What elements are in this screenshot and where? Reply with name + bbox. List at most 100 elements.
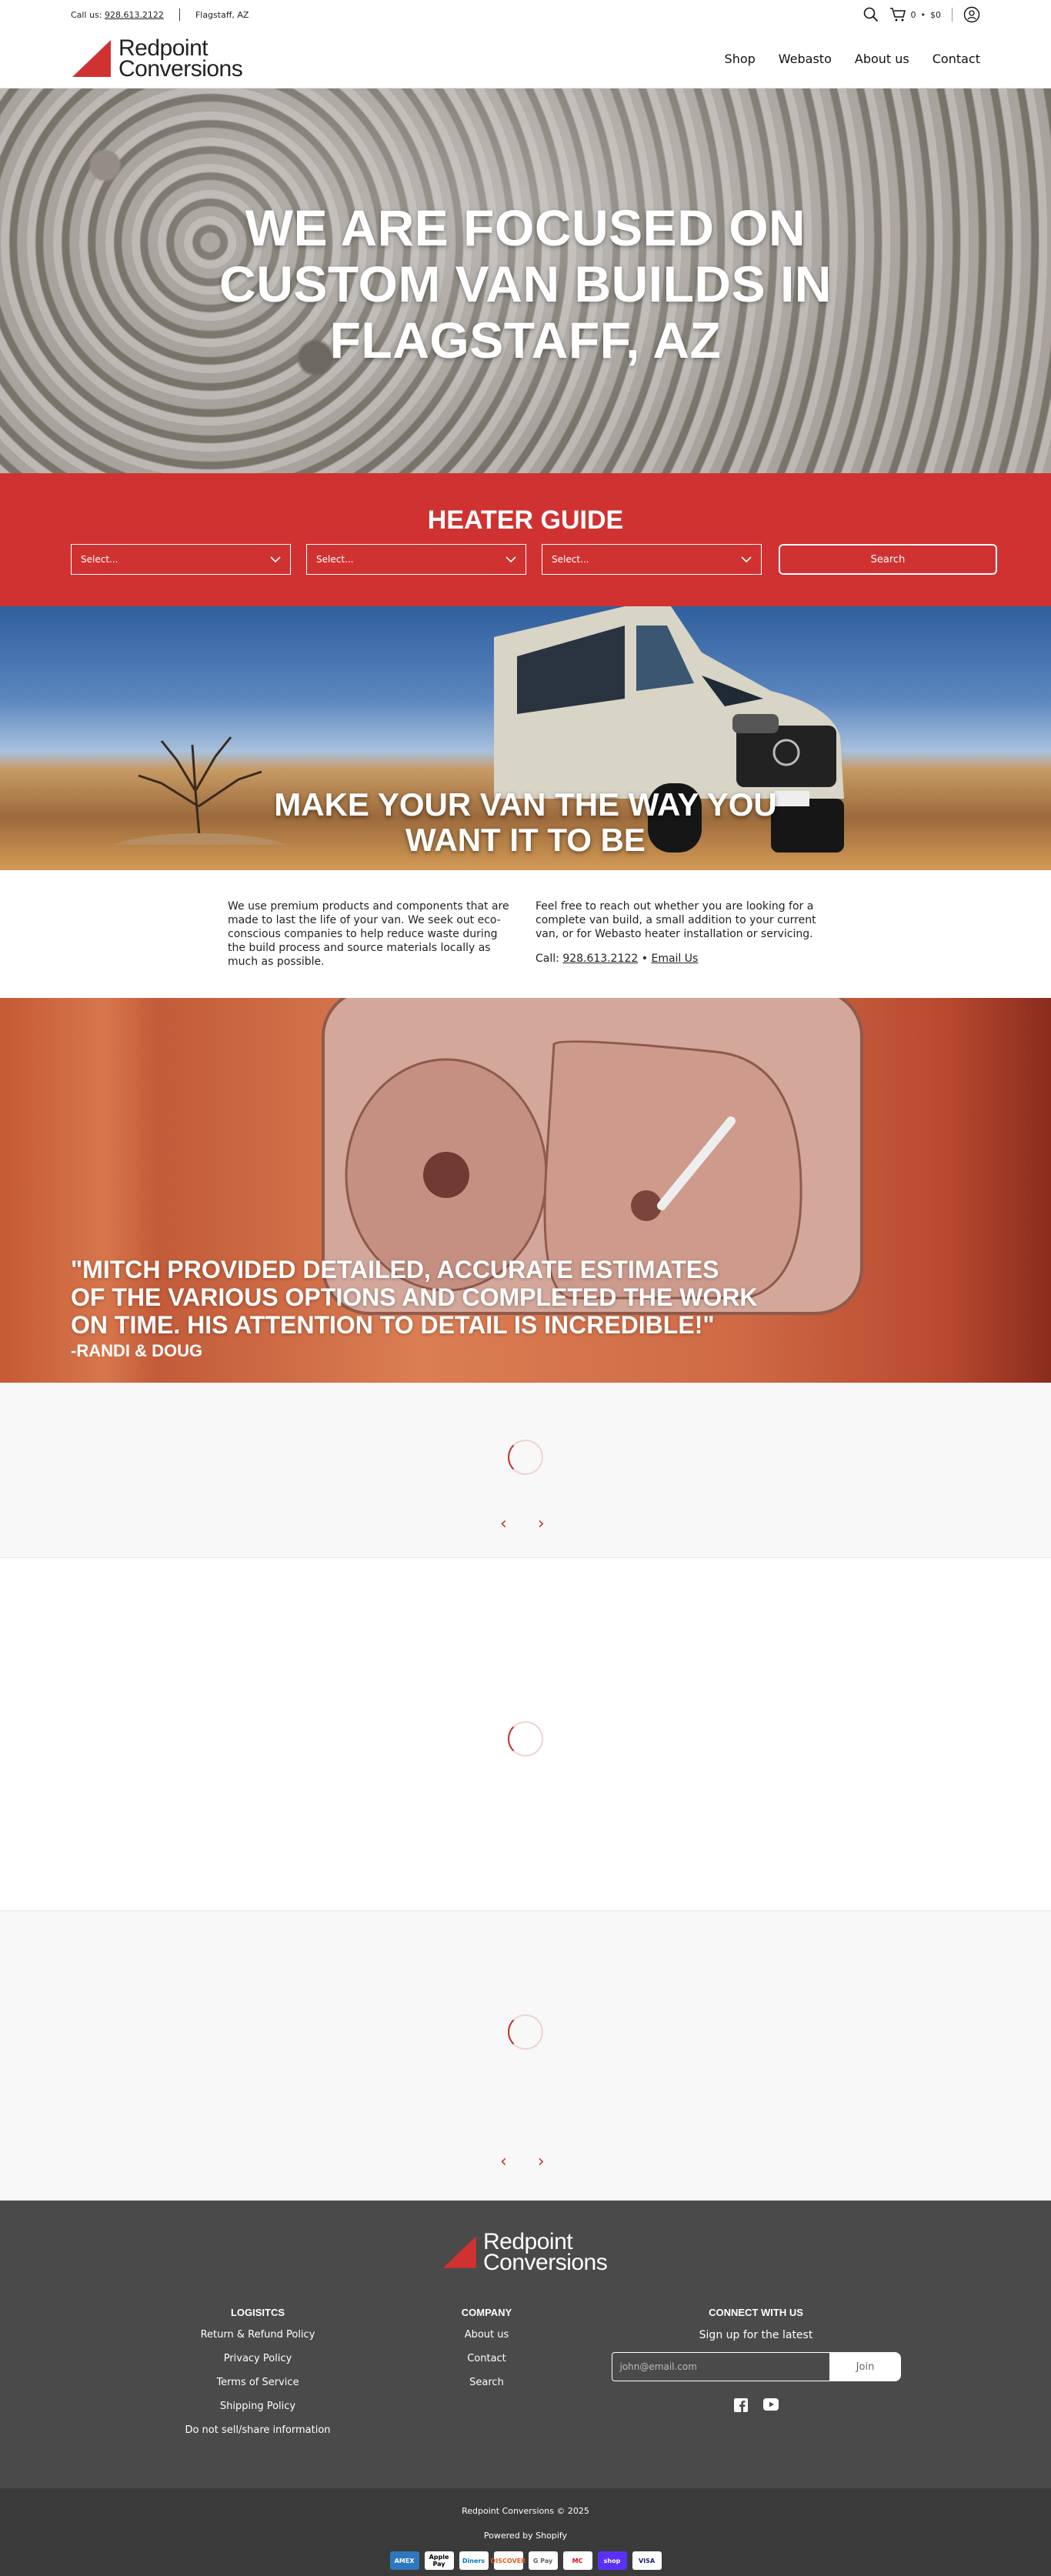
footer-link-search[interactable]: Search xyxy=(431,2377,542,2388)
testimonial-quote: "MITCH PROVIDED DETAILED, ACCURATE ESTIM… xyxy=(71,1256,758,1339)
chevron-down-icon xyxy=(505,556,516,562)
search-icon[interactable] xyxy=(863,7,879,22)
hero-banner: WE ARE FOCUSED ON CUSTOM VAN BUILDS IN F… xyxy=(0,88,1051,473)
facebook-icon[interactable] xyxy=(733,2398,748,2415)
van-banner: MAKE YOUR VAN THE WAY YOU WANT IT TO BE xyxy=(0,606,1051,870)
logo-line2: Conversions xyxy=(118,56,243,82)
testimonial-author: -RANDI & DOUG xyxy=(71,1341,203,1360)
copyright-text: Redpoint Conversions © 2025 xyxy=(462,2506,589,2516)
account-icon[interactable] xyxy=(963,6,980,23)
about-right-text: Feel free to reach out whether you are l… xyxy=(536,900,816,940)
chevron-down-icon xyxy=(270,556,281,562)
cart-dot: • xyxy=(920,9,926,20)
site-footer: Redpoint Conversions LOGISITCS Return & … xyxy=(0,2201,1051,2488)
heater-select-1[interactable]: Select... xyxy=(71,544,291,575)
footer-logistics: LOGISITCS Return & Refund Policy Privacy… xyxy=(162,2307,354,2448)
powered-by-link[interactable]: Powered by Shopify xyxy=(0,2531,1051,2541)
footer-link-do-not-sell[interactable]: Do not sell/share information xyxy=(162,2424,354,2436)
email-link[interactable]: Email Us xyxy=(651,953,698,965)
shop-pay-icon: shop xyxy=(597,2551,627,2570)
carousel-prev-button[interactable]: ‹ xyxy=(500,2152,507,2171)
cart-icon xyxy=(889,7,906,22)
nav-about-us[interactable]: About us xyxy=(855,52,909,66)
cart-total: $0 xyxy=(930,9,941,20)
select-placeholder: Select... xyxy=(316,554,354,565)
discover-icon: DISCOVER xyxy=(491,2551,526,2570)
footer-col-title: LOGISITCS xyxy=(230,2307,285,2318)
about-right: Feel free to reach out whether you are l… xyxy=(536,899,823,998)
logo-mark-icon xyxy=(442,2236,476,2268)
carousel-next-button[interactable]: › xyxy=(538,2152,545,2171)
youtube-icon[interactable] xyxy=(762,2398,779,2415)
logo-mark-icon xyxy=(72,40,111,77)
heater-guide-title: HEATER GUIDE xyxy=(427,506,624,535)
logo-line2: Conversions xyxy=(483,2250,608,2275)
divider xyxy=(179,8,180,21)
newsletter-form: john@email.com Join xyxy=(608,2352,904,2381)
phone-link[interactable]: 928.613.2122 xyxy=(562,953,638,965)
visa-icon: VISA xyxy=(632,2551,662,2570)
loading-spinner-icon xyxy=(508,1721,543,1757)
site-logo[interactable]: Redpoint Conversions xyxy=(71,35,243,82)
footer-col-title: CONNECT WITH US xyxy=(709,2307,803,2318)
footer-company: COMPANY About us Contact Search xyxy=(431,2307,542,2401)
payment-icons: AMEX Apple Pay Diners DISCOVER G Pay MC … xyxy=(0,2551,1051,2570)
carousel-prev-button[interactable]: ‹ xyxy=(500,1514,507,1533)
heater-guide: HEATER GUIDE Select... Select... Select.… xyxy=(0,473,1051,606)
diners-club-icon: Diners xyxy=(459,2551,489,2570)
about-left-text: We use premium products and components t… xyxy=(228,900,509,968)
heater-select-2[interactable]: Select... xyxy=(306,544,526,575)
apple-pay-icon: Apple Pay xyxy=(424,2551,454,2570)
main-nav: Shop Webasto About us Contact xyxy=(725,52,980,66)
newsletter-email-input[interactable]: john@email.com xyxy=(611,2352,830,2381)
newsletter-text: Sign up for the latest xyxy=(699,2329,813,2341)
footer-link-contact[interactable]: Contact xyxy=(431,2353,542,2364)
footer-link-shipping[interactable]: Shipping Policy xyxy=(162,2401,354,2412)
loading-spinner-icon xyxy=(508,2014,543,2050)
chevron-down-icon xyxy=(741,556,752,562)
nav-shop[interactable]: Shop xyxy=(725,52,756,66)
site-header: Redpoint Conversions Shop Webasto About … xyxy=(0,29,1051,88)
van-banner-heading: MAKE YOUR VAN THE WAY YOU WANT IT TO BE xyxy=(274,786,777,858)
footer-bottom: Redpoint Conversions © 2025 Powered by S… xyxy=(0,2488,1051,2576)
select-placeholder: Select... xyxy=(81,554,118,565)
cart-count: 0 xyxy=(910,9,916,20)
footer-link-privacy[interactable]: Privacy Policy xyxy=(162,2353,354,2364)
footer-logo[interactable]: Redpoint Conversions xyxy=(442,2229,608,2275)
mastercard-icon: MC xyxy=(562,2551,592,2570)
social-links xyxy=(608,2398,904,2415)
call-us: Call us: 928.613.2122 xyxy=(71,10,164,20)
amex-icon: AMEX xyxy=(389,2551,419,2570)
carousel-next-button[interactable]: › xyxy=(538,1514,545,1533)
newsletter-join-button[interactable]: Join xyxy=(829,2352,901,2381)
top-phone-link[interactable]: 928.613.2122 xyxy=(105,10,164,20)
footer-link-refund[interactable]: Return & Refund Policy xyxy=(162,2329,354,2341)
hero-heading: WE ARE FOCUSED ON CUSTOM VAN BUILDS IN F… xyxy=(219,199,832,369)
heater-select-3[interactable]: Select... xyxy=(542,544,762,575)
footer-connect: CONNECT WITH US Sign up for the latest j… xyxy=(608,2307,904,2415)
divider xyxy=(952,8,953,22)
product-carousel-2: ‹ › xyxy=(0,1910,1051,2201)
nav-webasto[interactable]: Webasto xyxy=(779,52,832,66)
contact-line: Call: 928.613.2122 • Email Us xyxy=(536,952,823,966)
top-bar: Call us: 928.613.2122 Flagstaff, AZ 0 • … xyxy=(0,0,1051,29)
call-label: Call: xyxy=(536,953,559,965)
call-label: Call us: xyxy=(71,9,102,20)
cart-button[interactable]: 0 • $0 xyxy=(889,7,941,22)
loading-spinner-icon xyxy=(508,1440,543,1475)
about-text: We use premium products and components t… xyxy=(0,870,1051,998)
logo-line1: Redpoint xyxy=(118,35,209,61)
bullet: • xyxy=(641,953,649,965)
heater-search-button[interactable]: Search xyxy=(779,544,997,575)
logo-line1: Redpoint xyxy=(483,2229,573,2254)
testimonial-banner: "MITCH PROVIDED DETAILED, ACCURATE ESTIM… xyxy=(0,998,1051,1383)
location-text: Flagstaff, AZ xyxy=(195,9,249,20)
footer-col-title: COMPANY xyxy=(461,2307,512,2318)
nav-contact[interactable]: Contact xyxy=(933,52,980,66)
product-carousel-1: ‹ › xyxy=(0,1383,1051,1557)
content-section-loading xyxy=(0,1557,1051,1910)
select-placeholder: Select... xyxy=(552,554,589,565)
footer-link-terms[interactable]: Terms of Service xyxy=(162,2377,354,2388)
footer-link-about[interactable]: About us xyxy=(431,2329,542,2341)
google-pay-icon: G Pay xyxy=(528,2551,558,2570)
